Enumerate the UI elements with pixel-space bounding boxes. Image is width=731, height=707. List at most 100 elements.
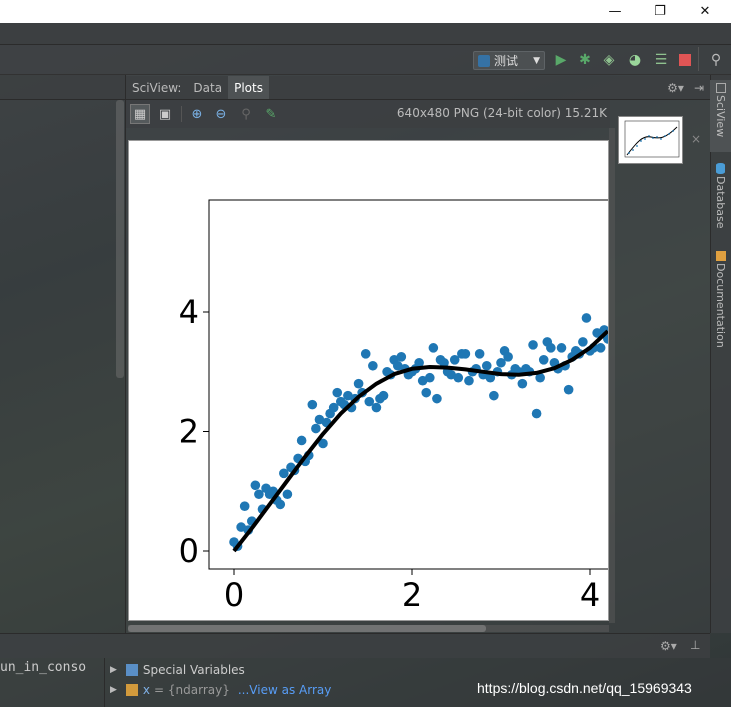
- special-variables-icon: [125, 664, 138, 676]
- scatter-point: [307, 399, 318, 410]
- expand-icon[interactable]: ▶: [110, 665, 117, 675]
- editor-pane: [0, 75, 125, 633]
- stop-icon[interactable]: [676, 51, 694, 69]
- scatter-point: [531, 408, 542, 419]
- console-gear-icon[interactable]: ⚙▾: [660, 639, 677, 653]
- minimize-panel-icon[interactable]: ⊥: [690, 638, 700, 652]
- editor-tabs-bar: [0, 75, 125, 100]
- scatter-point: [425, 372, 435, 383]
- scatter-point: [563, 384, 574, 395]
- y-tick-label: 0: [179, 532, 199, 570]
- chevron-down-icon: ▼: [533, 55, 540, 66]
- scatter-point: [474, 349, 485, 359]
- window-titlebar: — ❐ ✕: [0, 0, 731, 23]
- toolbar-divider: [698, 47, 699, 71]
- profile-icon[interactable]: ◕: [626, 51, 644, 69]
- zoom-in-icon[interactable]: ⊕: [187, 104, 207, 124]
- hide-panel-icon[interactable]: ⇥: [694, 81, 704, 95]
- scatter-point: [296, 435, 307, 446]
- plot-image: 0 2 4 0 2 4: [128, 140, 609, 621]
- variable-type: = {ndarray}: [154, 683, 230, 697]
- scatter-point: [428, 343, 439, 353]
- scatter-point: [556, 343, 567, 353]
- show-transparency-icon[interactable]: ▦: [130, 104, 150, 124]
- plot-thumbnail[interactable]: [618, 116, 683, 164]
- zoom-out-icon[interactable]: ⊖: [211, 104, 231, 124]
- color-picker-icon[interactable]: ✎: [261, 104, 281, 124]
- axes-frame: [208, 199, 608, 570]
- scatter-point: [421, 387, 432, 398]
- scatter-point: [311, 423, 321, 434]
- main-toolbar: [0, 23, 731, 45]
- concurrency-icon[interactable]: ☰: [652, 51, 670, 69]
- editor-scrollbar[interactable]: [116, 100, 124, 378]
- right-tool-strip: [710, 75, 731, 633]
- minimize-button[interactable]: —: [595, 0, 635, 23]
- tool-tab-database[interactable]: Database: [710, 160, 731, 232]
- scatter-point: [368, 360, 378, 371]
- vertical-scrollbar[interactable]: [609, 128, 615, 623]
- search-icon[interactable]: ⚲: [707, 51, 725, 69]
- scatter-point: [546, 343, 556, 353]
- scatter-point: [595, 343, 606, 353]
- tool-tab-sciview[interactable]: SciView: [710, 80, 731, 152]
- scatter-point: [353, 378, 364, 389]
- expand-icon[interactable]: ▶: [110, 685, 117, 695]
- scatter-point: [489, 390, 499, 401]
- console-divider: [104, 658, 105, 707]
- console-header: ⚙▾ ⊥: [0, 633, 710, 658]
- scatter-point: [432, 393, 442, 404]
- scatter-point: [378, 390, 389, 401]
- x-tick-label: 2: [402, 576, 422, 614]
- close-window-button[interactable]: ✕: [685, 0, 725, 23]
- scatter-point: [517, 378, 528, 389]
- variable-label: Special Variables: [142, 663, 245, 677]
- run-icon[interactable]: ▶: [552, 51, 570, 69]
- run-toolbar: [0, 45, 731, 75]
- scatter-fit-chart: 0 2 4 0 2 4: [179, 199, 608, 614]
- coverage-icon[interactable]: ◈: [600, 51, 618, 69]
- image-info: 640x480 PNG (24-bit color) 15.21K: [396, 106, 607, 120]
- debug-icon[interactable]: ✱: [576, 51, 594, 69]
- scatter-point: [282, 489, 293, 500]
- sciview-header: SciView: Data Plots ⚙▾ ⇥: [126, 76, 710, 100]
- scatter-point: [371, 402, 382, 413]
- sciview-title: SciView:: [132, 80, 182, 95]
- actual-size-icon[interactable]: ⚲: [236, 104, 256, 124]
- ndarray-icon: [125, 684, 138, 696]
- tool-tab-documentation[interactable]: Documentation: [710, 248, 731, 353]
- documentation-icon: [715, 251, 726, 261]
- horizontal-scrollbar-thumb[interactable]: [128, 625, 486, 632]
- variable-row-x[interactable]: ▶ x = {ndarray} ...View as Array: [110, 680, 331, 700]
- close-thumbnail-icon[interactable]: ×: [691, 132, 701, 146]
- plot-thumbnail-image: [624, 120, 680, 158]
- view-as-array-link[interactable]: ...View as Array: [238, 683, 331, 697]
- scatter-point: [396, 352, 407, 362]
- scatter-point: [360, 349, 371, 359]
- python-config-icon: [478, 54, 490, 67]
- run-configuration-select[interactable]: 测试 ▼: [473, 51, 545, 70]
- x-tick-label: 0: [224, 576, 244, 614]
- scatter-point: [332, 387, 343, 398]
- tools-divider: [181, 106, 182, 122]
- gear-icon[interactable]: ⚙▾: [667, 81, 684, 95]
- scatter-point: [528, 340, 538, 350]
- scatter-point: [250, 480, 261, 491]
- scatter-point: [481, 360, 492, 371]
- scatter-point: [460, 349, 471, 359]
- y-tick-label: 4: [179, 293, 199, 331]
- watermark: https://blog.csdn.net/qq_15969343: [477, 680, 692, 696]
- x-tick-label: 4: [580, 576, 600, 614]
- restore-button[interactable]: ❐: [640, 0, 680, 23]
- run-configuration-label: 测试: [494, 54, 519, 68]
- database-icon: [716, 163, 725, 174]
- tab-plots[interactable]: Plots: [228, 76, 269, 99]
- fit-to-window-icon[interactable]: ▣: [155, 104, 175, 124]
- tab-data[interactable]: Data: [187, 76, 228, 99]
- variable-row-special[interactable]: ▶ Special Variables: [110, 660, 245, 680]
- scatter-point: [239, 501, 250, 511]
- sciview-icon: [715, 83, 726, 93]
- scatter-point: [453, 372, 464, 383]
- scatter-point: [578, 337, 588, 347]
- scatter-point: [275, 499, 286, 510]
